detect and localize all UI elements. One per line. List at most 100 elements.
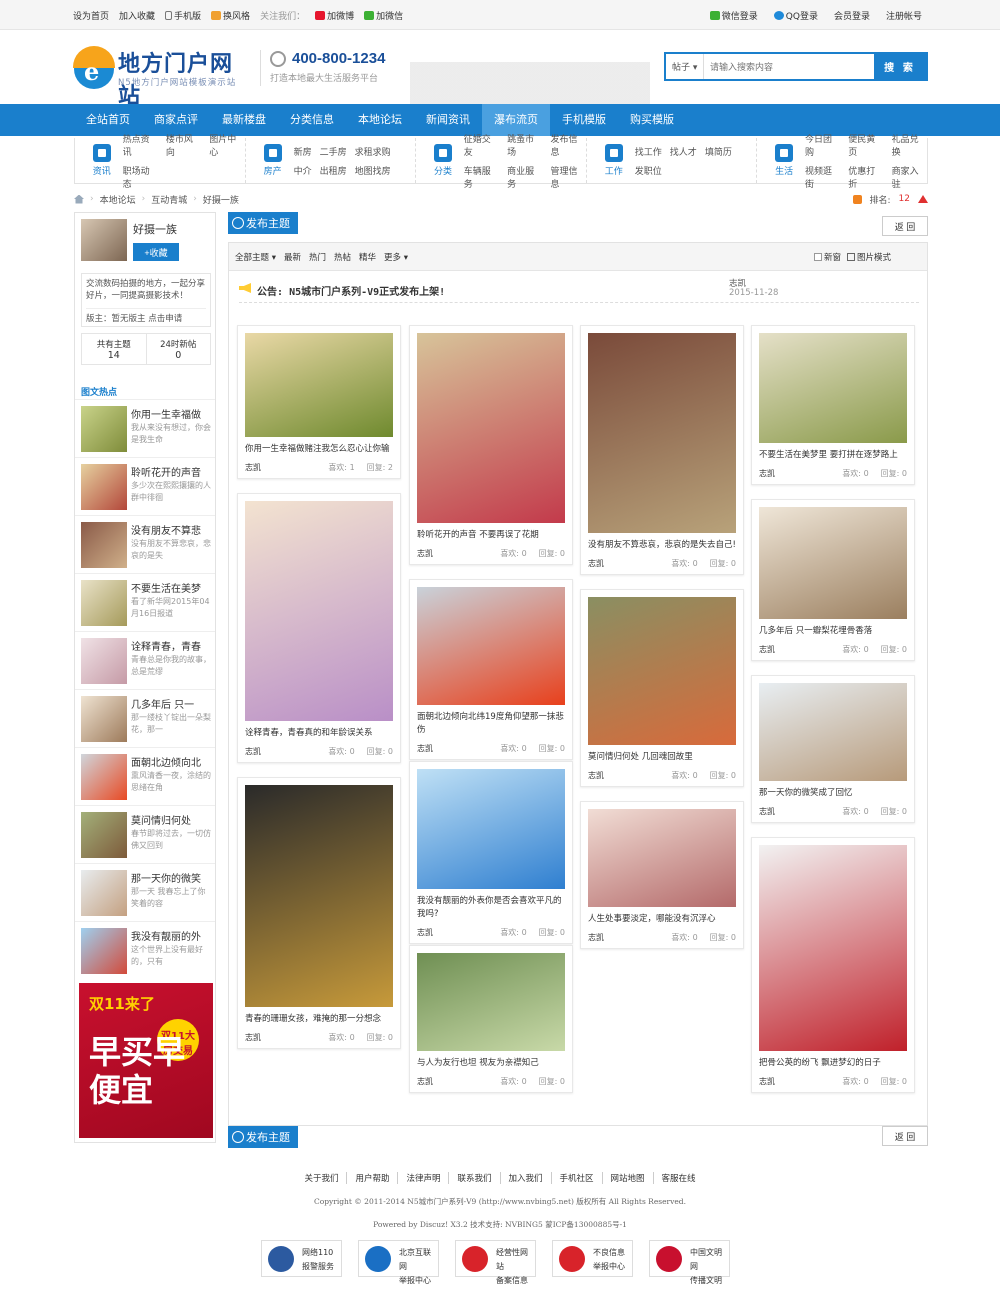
hot-item[interactable]: 诠释青春，青春 青春总是你我的故事，总是荒缪 <box>75 631 215 689</box>
thread-title[interactable]: 不要生活在美梦里 要打拼在逐梦路上 <box>759 449 907 462</box>
tab-hotpost[interactable]: 热帖 <box>334 251 351 263</box>
thread-title[interactable]: 把骨公英的纷飞 飘进梦幻的日子 <box>759 1057 907 1070</box>
footer-badge[interactable]: 北京互联网 举报中心 <box>358 1240 439 1285</box>
hot-item[interactable]: 那一天你的微笑 那一天 我春忘上了你笑着的容 <box>75 863 215 921</box>
thread-image[interactable] <box>588 597 736 745</box>
hot-item[interactable]: 几多年后 只一 那一缕枝丫锭出一朵梨花，那一 <box>75 689 215 747</box>
thread-image[interactable] <box>759 507 907 619</box>
hot-item[interactable]: 你用一生幸福做 我从来没有想过，你会是我生命 <box>75 399 215 457</box>
subnav-link[interactable]: 图片中心 <box>209 132 244 158</box>
thread-image[interactable] <box>417 333 565 523</box>
breadcrumb-group[interactable]: 互动青城 <box>151 193 187 206</box>
subnav-link[interactable]: 求租求购 <box>355 145 391 158</box>
thread-title[interactable]: 面朝北边倾向北纬19度角仰望那一抹悲伤 <box>417 711 565 737</box>
hot-item[interactable]: 聆听花开的声音 多少次在熙熙攘攘的人群中徘徊 <box>75 457 215 515</box>
subnav-link[interactable]: 中介 <box>294 164 312 177</box>
notice-row[interactable]: 公告: N5城市门户系列-V9正式发布上架! 志凯 2015-11-28 <box>239 277 919 303</box>
subnav-link[interactable]: 地图找房 <box>355 164 391 177</box>
footer-link[interactable]: 联系我们 <box>448 1172 499 1184</box>
home-icon[interactable] <box>74 194 84 204</box>
thread-author[interactable]: 志凯 <box>245 746 261 762</box>
nav-item[interactable]: 购买模版 <box>618 104 686 136</box>
thread-title[interactable]: 与人为友行也坦 视友为亲襟知己 <box>417 1057 565 1070</box>
post-topic-button-bottom[interactable]: 发布主题 <box>228 1126 298 1148</box>
hot-item[interactable]: 没有朋友不算悲 没有朋友不算悲哀，悲哀的是失 <box>75 515 215 573</box>
search-input[interactable] <box>704 54 874 79</box>
thread-image[interactable] <box>245 785 393 1007</box>
back-button[interactable]: 返 回 <box>882 216 928 236</box>
subnav-category[interactable]: 生活 <box>771 144 797 177</box>
image-mode-toggle[interactable]: 图片模式 <box>846 251 891 263</box>
thread-image[interactable] <box>759 845 907 1051</box>
subnav-link[interactable]: 出租房 <box>320 164 347 177</box>
hot-item[interactable]: 莫问情归何处 春节即将过去，一切仿佛又回到 <box>75 805 215 863</box>
thread-author[interactable]: 志凯 <box>588 558 604 574</box>
hot-item[interactable]: 面朝北边倾向北 熏风清香一夜，涂结的思绪在角 <box>75 747 215 805</box>
thread-author[interactable]: 志凯 <box>417 1076 433 1092</box>
thread-author[interactable]: 志凯 <box>417 927 433 943</box>
footer-link[interactable]: 用户帮助 <box>346 1172 397 1184</box>
footer-badge[interactable]: 中国文明网 传播文明 <box>649 1240 730 1285</box>
thread-card[interactable]: 莫问情归何处 几回魂回故里 志凯 喜欢: 0 回复: 0 <box>580 589 744 787</box>
thread-image[interactable] <box>759 333 907 443</box>
footer-badge[interactable]: 不良信息 举报中心 <box>552 1240 633 1277</box>
thread-card[interactable]: 聆听花开的声音 不要再误了花期 志凯 喜欢: 0 回复: 0 <box>409 325 573 565</box>
thread-title[interactable]: 诠释青春，青春真的和年龄误关系 <box>245 727 393 740</box>
thread-title[interactable]: 没有朋友不算悲哀，悲哀的是失去自己! <box>588 539 736 552</box>
subnav-link[interactable]: 找工作 <box>635 145 662 158</box>
thread-card[interactable]: 青春的珊珊女孩，难掩的那一分想念 志凯 喜欢: 0 回复: 0 <box>237 777 401 1049</box>
thread-author[interactable]: 志凯 <box>588 770 604 786</box>
subnav-link[interactable]: 二手房 <box>320 145 347 158</box>
subnav-link[interactable]: 热点资讯 <box>123 132 158 158</box>
ad-banner[interactable]: 双11来了 双11大房交易 早买早便宜 <box>79 983 213 1138</box>
thread-image[interactable] <box>588 333 736 533</box>
subnav-link[interactable]: 便民黄页 <box>848 132 883 158</box>
thread-author[interactable]: 志凯 <box>417 548 433 564</box>
subnav-link[interactable]: 发职位 <box>635 164 662 177</box>
site-logo[interactable]: 地方门户网站 N5地方门户网站模板演示站 <box>73 46 254 109</box>
add-favorite-link[interactable]: 加入收藏 <box>119 9 155 22</box>
nav-item[interactable]: 本地论坛 <box>346 104 414 136</box>
thread-image[interactable] <box>417 769 565 889</box>
register-link[interactable]: 注册帐号 <box>886 9 922 22</box>
thread-card[interactable]: 你用一生幸福做赌注我怎么忍心让你输 志凯 喜欢: 1 回复: 2 <box>237 325 401 479</box>
subnav-link[interactable]: 车辆服务 <box>464 164 499 190</box>
thread-title[interactable]: 青春的珊珊女孩，难掩的那一分想念 <box>245 1013 393 1026</box>
thread-card[interactable]: 没有朋友不算悲哀，悲哀的是失去自己! 志凯 喜欢: 0 回复: 0 <box>580 325 744 575</box>
subnav-link[interactable]: 楼市风向 <box>166 132 201 158</box>
thread-image[interactable] <box>245 333 393 437</box>
thread-author[interactable]: 志凯 <box>588 932 604 948</box>
subnav-link[interactable]: 商家入驻 <box>892 164 927 190</box>
subnav-link[interactable]: 跳蚤市场 <box>507 132 542 158</box>
thread-card[interactable]: 面朝北边倾向北纬19度角仰望那一抹悲伤 志凯 喜欢: 0 回复: 0 <box>409 579 573 760</box>
thread-title[interactable]: 我没有靓丽的外表你是否会喜欢平凡的我吗? <box>417 895 565 921</box>
favorite-button[interactable]: +收藏 <box>133 243 179 261</box>
subnav-link[interactable]: 礼品兑换 <box>892 132 927 158</box>
set-homepage-link[interactable]: 设为首页 <box>73 9 109 22</box>
subnav-link[interactable]: 填简历 <box>705 145 732 158</box>
wechat-follow-link[interactable]: 加微信 <box>364 9 403 22</box>
subnav-link[interactable]: 发布信息 <box>550 132 585 158</box>
qq-login-link[interactable]: QQ登录 <box>773 9 818 22</box>
thread-image[interactable] <box>759 683 907 781</box>
subnav-link[interactable]: 商业服务 <box>507 164 542 190</box>
footer-link[interactable]: 网站地图 <box>601 1172 653 1184</box>
thread-author[interactable]: 志凯 <box>759 468 775 484</box>
thread-card[interactable]: 我没有靓丽的外表你是否会喜欢平凡的我吗? 志凯 喜欢: 0 回复: 0 <box>409 761 573 944</box>
thread-card[interactable]: 诠释青春，青春真的和年龄误关系 志凯 喜欢: 0 回复: 0 <box>237 493 401 763</box>
thread-card[interactable]: 不要生活在美梦里 要打拼在逐梦路上 志凯 喜欢: 0 回复: 0 <box>751 325 915 485</box>
back-button-bottom[interactable]: 返 回 <box>882 1126 928 1146</box>
thread-image[interactable] <box>245 501 393 721</box>
subnav-category[interactable]: 分类 <box>430 144 456 177</box>
thread-card[interactable]: 几多年后 只一瓣梨花埋骨香落 志凯 喜欢: 0 回复: 0 <box>751 499 915 661</box>
thread-image[interactable] <box>588 809 736 907</box>
thread-card[interactable]: 那一天你的微笑成了回忆 志凯 喜欢: 0 回复: 0 <box>751 675 915 823</box>
thread-title[interactable]: 莫问情归何处 几回魂回故里 <box>588 751 736 764</box>
tab-all[interactable]: 全部主题 ▾ <box>235 251 276 263</box>
forum-moderator[interactable]: 版主：暂无版主 点击申请 <box>86 308 206 325</box>
subnav-link[interactable]: 优惠打折 <box>848 164 883 190</box>
search-type-select[interactable]: 帖子 ▾ <box>666 54 704 79</box>
subnav-link[interactable]: 找人才 <box>670 145 697 158</box>
wechat-login-link[interactable]: 微信登录 <box>709 9 758 22</box>
thread-author[interactable]: 志凯 <box>759 806 775 822</box>
